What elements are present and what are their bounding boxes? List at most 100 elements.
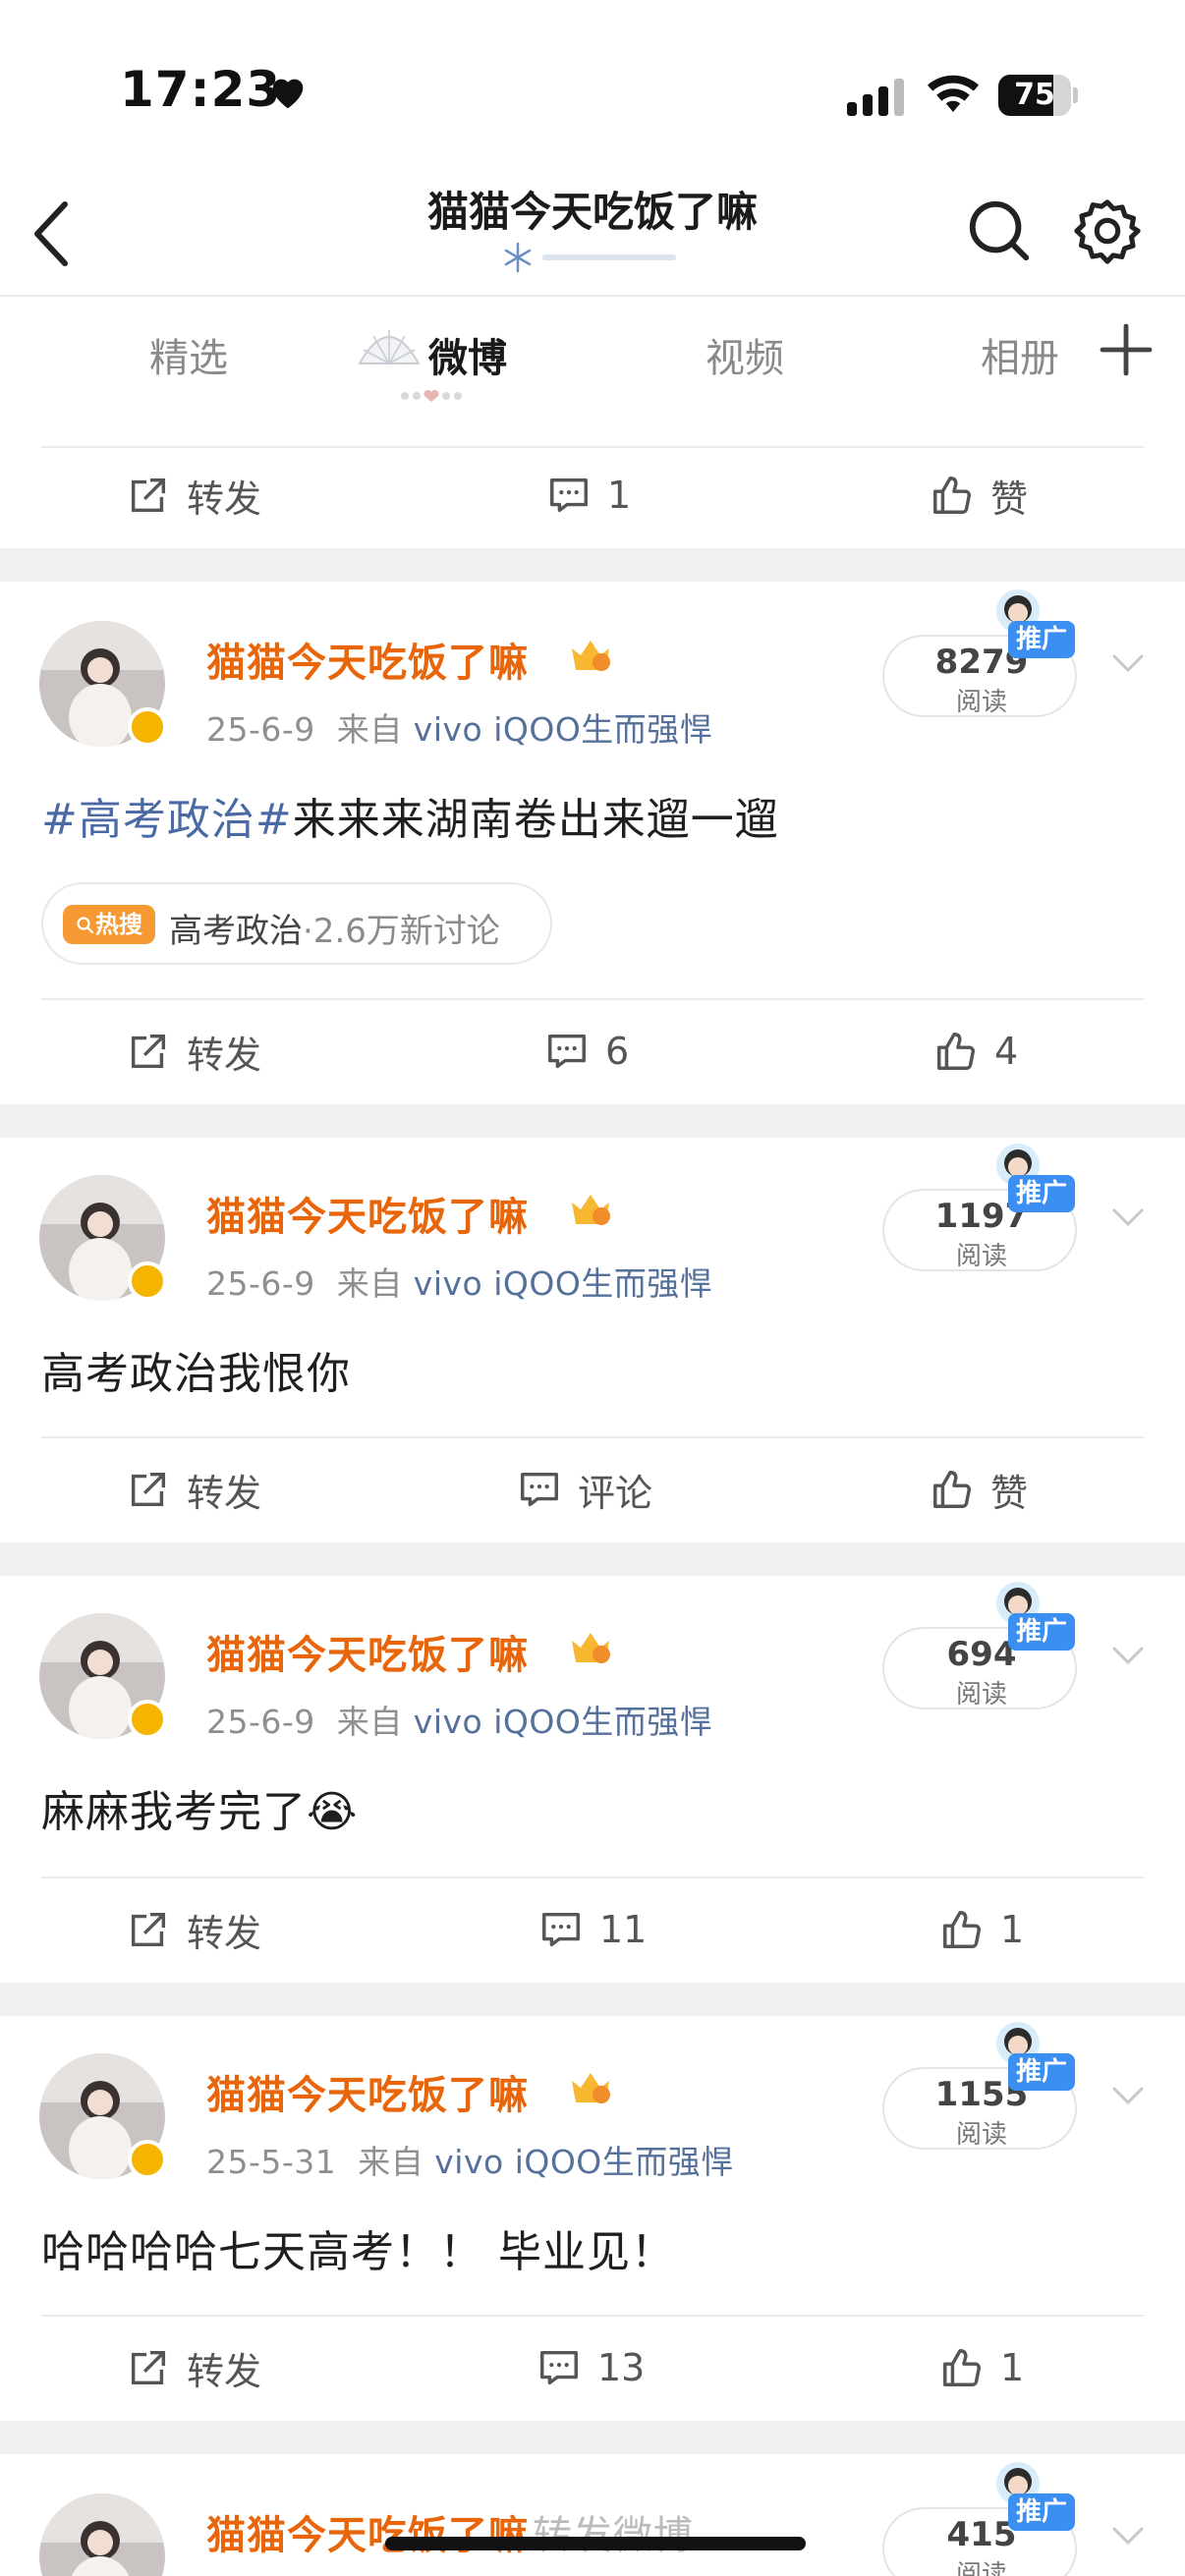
comment-button[interactable]: 评论 [517,1440,652,1539]
wifi-icon [928,75,979,112]
post-text: 高考政治我恨你 [41,1349,351,1399]
promo-tag[interactable]: 推广 [1008,1175,1075,1212]
forward-icon [131,1912,166,1947]
gear-icon[interactable] [1073,196,1142,265]
divider [41,2315,1144,2317]
read-label: 阅读 [955,688,1007,717]
comment-count: 6 [605,1030,630,1073]
post-from: 来自 [336,1264,403,1303]
forward-button[interactable]: 转发 [126,1002,261,1100]
chevron-down-icon[interactable] [1108,1641,1148,1670]
verified-icon [128,2140,167,2179]
verified-icon [128,1261,167,1301]
verified-icon [128,1700,167,1739]
like-icon [933,1471,971,1508]
post-from: 来自 [336,1703,403,1741]
search-small-icon [77,917,94,934]
post-body: 来来来湖南卷出来遛一遛 [292,795,779,845]
comment-button[interactable]: 13 [536,2319,645,2417]
shell-decoration-icon [358,330,421,364]
post-text: 哈哈哈哈七天高考！！ 毕业见！ [41,2227,675,2277]
like-button[interactable]: 赞 [930,446,1028,544]
divider [41,1436,1144,1438]
forward-icon [131,2350,166,2385]
hot-search-chip[interactable]: 热搜 高考政治·2.6万新讨论 [41,882,552,965]
post-date: 25-5-31 [206,2143,337,2181]
chevron-down-icon[interactable] [1108,2521,1148,2550]
promo-tag[interactable]: 推广 [1008,2053,1075,2091]
promo-tag[interactable]: 推广 [1008,2493,1075,2531]
post-header: 猫猫今天吃饭了嘛 25-6-9 来自 vivo iQOO生而强悍 694 阅读 … [0,1574,1185,1751]
like-button[interactable]: 1 [939,2319,1024,2417]
like-icon [943,1911,981,1948]
comment-count: 11 [599,1908,648,1951]
post-meta: 25-6-9 来自 vivo iQOO生而强悍 [206,703,712,751]
post-source[interactable]: vivo iQOO生而强悍 [414,1703,713,1741]
post-date: 25-6-9 [206,1264,315,1303]
feed-gap [0,1104,1185,1138]
like-label: 赞 [990,476,1029,521]
hashtag-link[interactable]: #高考政治# [41,795,293,845]
action-bar: 转发 1 赞 [0,446,1185,544]
hot-discussion: ·2.6万新讨论 [303,912,500,951]
like-button[interactable]: 1 [939,1880,1024,1979]
divider [41,998,1144,1000]
like-icon [933,476,971,514]
forward-button[interactable]: 转发 [126,2319,261,2417]
comment-button[interactable]: 11 [538,1880,647,1979]
user-name[interactable]: 猫猫今天吃饭了嘛 [206,1185,529,1242]
user-name[interactable]: 猫猫今天吃饭了嘛 [206,2063,529,2120]
comment-button[interactable]: 6 [544,1002,629,1100]
tab-weibo[interactable]: 微博 [428,326,507,383]
chevron-down-icon[interactable] [1108,648,1148,678]
post-body: 麻麻我考完了 [41,1787,307,1837]
vip-crown-icon [572,1195,610,1225]
post-source[interactable]: vivo iQOO生而强悍 [414,1264,713,1303]
plus-icon[interactable] [1099,322,1154,377]
forward-label: 转发 [187,1911,262,1955]
forward-button[interactable]: 转发 [126,1440,261,1539]
action-bar: 转发 评论 赞 [0,1440,1185,1539]
tab-video[interactable]: 视频 [705,326,784,383]
comment-count: 13 [597,2346,646,2389]
comment-button[interactable]: 1 [546,446,631,544]
post-source[interactable]: vivo iQOO生而强悍 [414,710,713,749]
comment-icon [521,1472,558,1507]
like-count: 1 [1000,2346,1025,2389]
forward-label: 转发 [187,1033,262,1077]
status-time: 17:23 [120,61,282,118]
read-label: 阅读 [955,1242,1007,1271]
home-indicator[interactable] [385,2537,806,2550]
battery-icon: 75 [998,75,1078,116]
chevron-down-icon[interactable] [1108,2081,1148,2110]
user-name-text[interactable]: 猫猫今天吃饭了嘛 [206,2513,529,2558]
user-name[interactable]: 猫猫今天吃饭了嘛 [206,631,529,688]
promo-tag[interactable]: 推广 [1008,621,1075,658]
post-text: #高考政治#来来来湖南卷出来遛一遛 [41,784,779,847]
forward-icon [131,1472,166,1507]
battery-percent: 75 [1014,78,1055,112]
action-bar: 转发 6 4 [0,1002,1185,1100]
search-icon[interactable] [965,196,1034,265]
like-icon [943,2349,981,2386]
like-count: 1 [1000,1908,1025,1951]
hot-search-text: 高考政治·2.6万新讨论 [169,904,500,952]
feed-gap [0,1542,1185,1576]
like-label: 赞 [990,1471,1029,1515]
avatar[interactable] [39,2493,165,2576]
like-button[interactable]: 赞 [930,1440,1028,1539]
user-name[interactable]: 猫猫今天吃饭了嘛 [206,1623,529,1680]
like-icon [937,1033,975,1070]
forward-button[interactable]: 转发 [126,446,261,544]
post-date: 25-6-9 [206,1703,315,1741]
comment-icon [542,1912,580,1947]
forward-button[interactable]: 转发 [126,1880,261,1979]
promo-tag[interactable]: 推广 [1008,1613,1075,1651]
vip-crown-icon [572,641,610,671]
tab-album[interactable]: 相册 [981,326,1059,383]
tab-featured[interactable]: 精选 [149,326,228,383]
post-source[interactable]: vivo iQOO生而强悍 [434,2143,734,2181]
hot-topic: 高考政治 [169,912,303,951]
like-button[interactable]: 4 [933,1002,1018,1100]
chevron-down-icon[interactable] [1108,1203,1148,1232]
